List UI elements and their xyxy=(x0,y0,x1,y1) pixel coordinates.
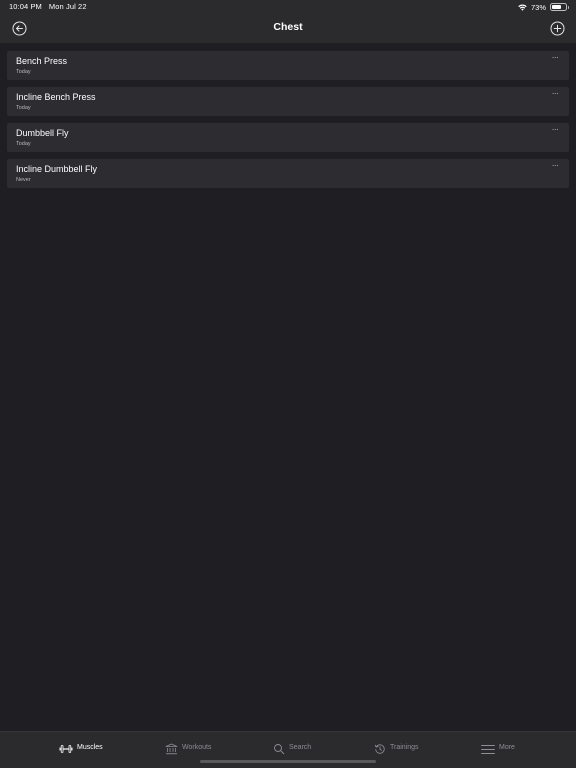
battery-icon xyxy=(550,3,569,11)
top-bar: 10:04 PM Mon Jul 22 73% Chest xyxy=(0,0,576,43)
more-options-icon[interactable]: ··· xyxy=(550,90,560,98)
exercise-list-screen: 10:04 PM Mon Jul 22 73% Chest Bench Pres… xyxy=(0,0,576,768)
wifi-icon xyxy=(518,3,527,11)
tab-workouts[interactable]: Workouts xyxy=(165,741,211,757)
tab-trainings[interactable]: Trainings xyxy=(374,741,419,757)
exercise-last-performed: Never xyxy=(16,177,31,183)
tab-label: Trainings xyxy=(390,743,419,751)
circle-plus-icon xyxy=(550,21,564,35)
exercise-last-performed: Today xyxy=(16,69,31,75)
exercise-row[interactable]: Dumbbell Fly Today ··· xyxy=(7,123,569,152)
tab-label: Muscles xyxy=(77,743,103,751)
exercise-row[interactable]: Incline Dumbbell Fly Never ··· xyxy=(7,159,569,188)
status-time: 10:04 PM Mon Jul 22 xyxy=(9,2,94,11)
exercise-name: Bench Press xyxy=(16,56,68,66)
more-options-icon[interactable]: ··· xyxy=(550,126,560,134)
dumbbell-icon xyxy=(59,744,73,754)
status-clock: 10:04 PM xyxy=(9,2,42,11)
tab-muscles[interactable]: Muscles xyxy=(59,741,103,757)
more-options-icon[interactable]: ··· xyxy=(550,162,560,170)
tab-label: Search xyxy=(289,743,312,751)
tab-search[interactable]: Search xyxy=(273,741,311,757)
menu-lines-icon xyxy=(481,744,495,755)
more-options-icon[interactable]: ··· xyxy=(550,54,560,62)
building-columns-icon xyxy=(165,743,178,755)
home-indicator xyxy=(200,760,376,763)
exercise-name: Incline Dumbbell Fly xyxy=(16,164,98,174)
battery-nub xyxy=(567,6,569,9)
page-title: Chest xyxy=(273,21,303,33)
tab-more[interactable]: More xyxy=(481,741,515,757)
tab-label: Workouts xyxy=(182,743,212,751)
tab-label: More xyxy=(499,743,515,751)
history-clock-icon xyxy=(374,743,386,755)
status-date: Mon Jul 22 xyxy=(48,2,87,11)
search-icon xyxy=(273,743,285,755)
battery-percent: 73% xyxy=(530,2,546,12)
battery-level xyxy=(552,5,562,9)
add-exercise-button[interactable] xyxy=(549,20,565,36)
exercise-last-performed: Today xyxy=(16,141,31,147)
exercise-row[interactable]: Bench Press Today ··· xyxy=(7,51,569,80)
exercise-name: Incline Bench Press xyxy=(16,92,96,102)
exercise-list: Bench Press Today ··· Incline Bench Pres… xyxy=(7,51,569,195)
exercise-last-performed: Today xyxy=(16,105,31,111)
exercise-row[interactable]: Incline Bench Press Today ··· xyxy=(7,87,569,116)
exercise-name: Dumbbell Fly xyxy=(16,128,69,138)
status-indicators: 73% xyxy=(518,1,569,13)
